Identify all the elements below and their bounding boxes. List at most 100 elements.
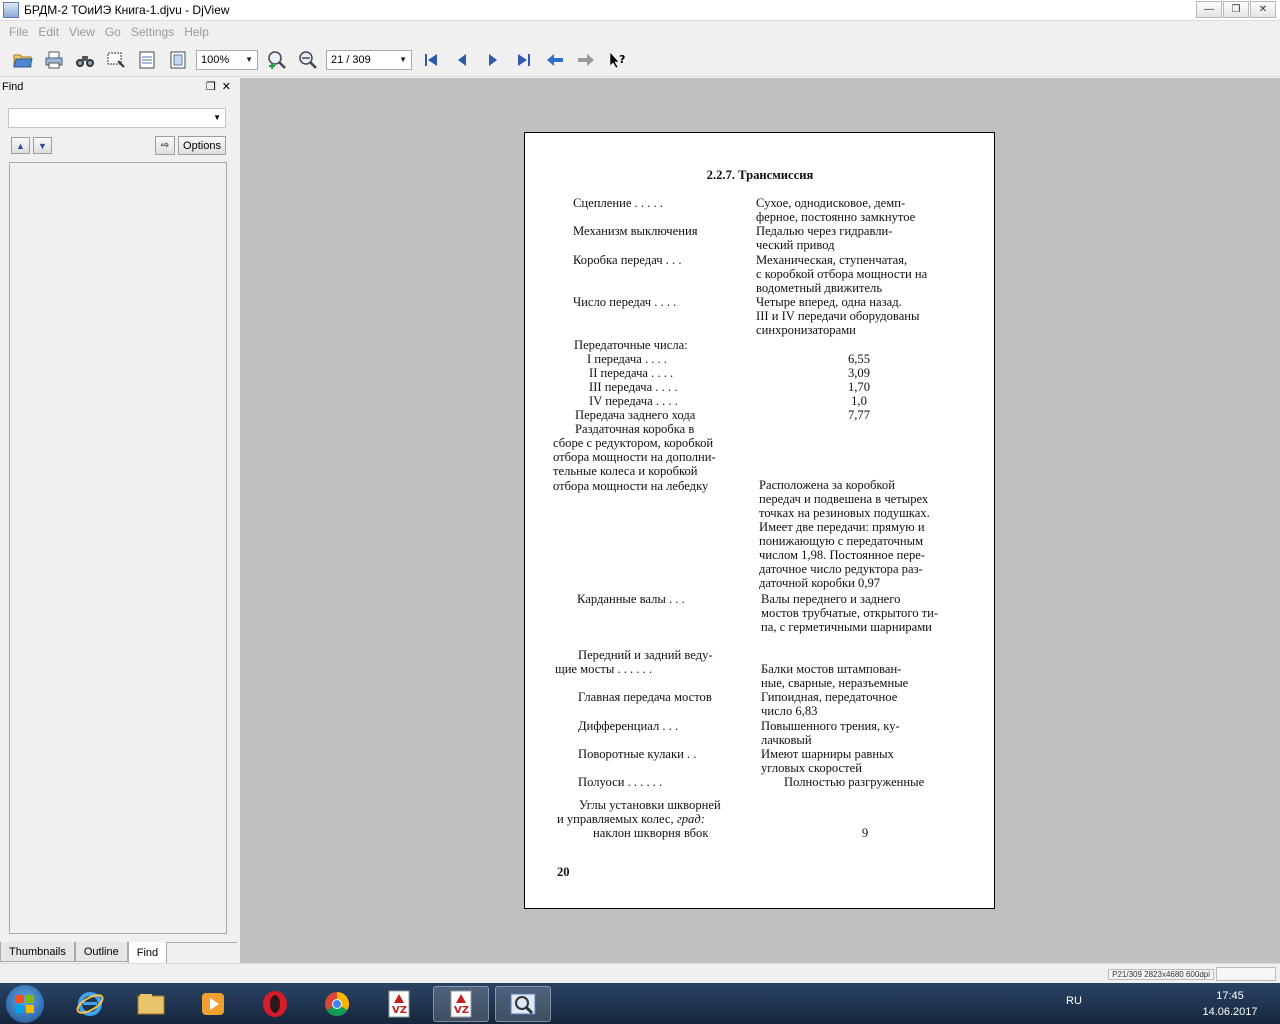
spec-label: Число передач . . . . (573, 295, 677, 309)
find-panel: Find ❐ ✕ ▼ ▲ ▼ ⇨ Options Thumbnails Outl… (0, 78, 237, 964)
window-controls: — ❐ ✕ (1196, 1, 1276, 18)
language-indicator[interactable]: RU (1066, 995, 1082, 1007)
zoom-value: 100% (201, 53, 230, 66)
ratio-value: 1,0 (851, 394, 867, 408)
tab-find[interactable]: Find (127, 942, 168, 964)
zoom-in-button[interactable] (264, 47, 290, 73)
taskbar-djvu-2[interactable]: VZ (433, 986, 489, 1022)
spec-label: Поворотные кулаки . . (578, 747, 697, 761)
tab-thumbnails[interactable]: Thumbnails (0, 942, 75, 962)
reset-find-button[interactable]: ⇨ (155, 136, 175, 155)
close-button[interactable]: ✕ (1250, 1, 1276, 18)
zoom-out-icon (299, 50, 317, 69)
spec-label: III передача . . . . (589, 380, 678, 394)
document-viewer[interactable]: 2.2.7. Трансмиссия Сцепление . . . . . С… (240, 78, 1280, 963)
last-page-icon (518, 53, 530, 66)
next-page-button[interactable] (480, 47, 506, 73)
find-panel-header: Find ❐ ✕ (0, 78, 237, 96)
spec-label: и управляемых колес, град: (557, 812, 705, 826)
spec-label: Карданные валы . . . (577, 592, 685, 606)
menu-go[interactable]: Go (100, 25, 126, 39)
taskbar-opera[interactable] (247, 986, 303, 1022)
djview-app-icon (3, 2, 19, 18)
forward-arrow-icon (578, 53, 594, 66)
page-combo[interactable]: 21 / 309 ▼ (326, 49, 412, 70)
taskbar-djvu-1[interactable]: VZ (371, 986, 427, 1022)
ratio-value: 6,55 (847, 352, 871, 366)
spec-label: наклон шкворня вбок (593, 826, 709, 840)
svg-text:VZ: VZ (454, 1005, 469, 1016)
print-button[interactable] (41, 47, 67, 73)
forward-button[interactable] (573, 47, 599, 73)
minimize-button[interactable]: — (1196, 1, 1222, 18)
toolbar: 100% ▼ 21 / 309 ▼ ? (0, 43, 1280, 77)
taskbar-media-player[interactable] (185, 986, 241, 1022)
spec-label: Дифференциал . . . (578, 719, 679, 733)
spec-label: IV передача . . . . (589, 394, 678, 408)
spec-label: отбора мощности на лебедку (553, 479, 709, 493)
status-bar: P21/309 2823x4680 600dpi (0, 963, 1280, 983)
spec-value: Четыре вперед, одна назад. III и IV перед… (756, 295, 920, 337)
menu-settings[interactable]: Settings (126, 25, 179, 39)
open-button[interactable] (10, 47, 36, 73)
start-button[interactable] (6, 985, 44, 1023)
arrow-down-icon: ▼ (38, 140, 47, 151)
menu-file[interactable]: File (4, 25, 33, 39)
whats-this-icon: ? (609, 50, 625, 68)
taskbar-explorer[interactable] (123, 986, 179, 1022)
chrome-icon (325, 992, 350, 1017)
media-player-icon (202, 993, 224, 1015)
clock-time: 17:45 (1216, 990, 1244, 1002)
page-title: 2.2.7. Трансмиссия (706, 168, 814, 182)
first-page-button[interactable] (418, 47, 444, 73)
title-bar: БРДМ-2 ТОиИЭ Книга-1.djvu - DjView — ❐ ✕ (0, 0, 1280, 21)
spec-value: Педалью через гидравли-ческий привод (756, 224, 893, 252)
close-icon[interactable]: ✕ (222, 80, 231, 93)
whats-this-button[interactable]: ? (604, 47, 630, 73)
find-button[interactable] (72, 47, 98, 73)
spec-label: сборе с редуктором, коробкой (553, 436, 714, 450)
svg-text:VZ: VZ (392, 1005, 407, 1016)
options-button[interactable]: Options (178, 136, 226, 155)
svg-text:?: ? (619, 53, 625, 66)
zoom-out-button[interactable] (295, 47, 321, 73)
menu-view[interactable]: View (64, 25, 100, 39)
undock-icon[interactable]: ❐ (206, 80, 216, 93)
maximize-button[interactable]: ❐ (1223, 1, 1249, 18)
ratio-value: 7,77 (847, 408, 871, 422)
back-button[interactable] (542, 47, 568, 73)
ratio-value: 1,70 (847, 380, 871, 394)
prev-page-icon (458, 53, 466, 66)
tab-outline[interactable]: Outline (74, 942, 128, 962)
last-page-button[interactable] (511, 47, 537, 73)
find-results-list[interactable] (9, 162, 227, 934)
menu-help[interactable]: Help (179, 25, 214, 39)
first-page-icon (425, 53, 437, 66)
fit-page-icon (170, 51, 186, 68)
taskbar-ie[interactable] (62, 986, 118, 1022)
fit-width-button[interactable] (134, 47, 160, 73)
next-page-icon (489, 53, 497, 66)
djvu-document-icon: VZ (450, 990, 472, 1018)
search-input[interactable]: ▼ (8, 108, 226, 128)
prev-page-button[interactable] (449, 47, 475, 73)
find-panel-title: Find (2, 81, 24, 93)
ratio-value: 3,09 (847, 366, 871, 380)
spec-label: Полуоси . . . . . . (578, 775, 663, 789)
arrow-up-icon: ▲ (16, 140, 25, 151)
fit-page-button[interactable] (165, 47, 191, 73)
find-next-button[interactable]: ▼ (33, 137, 52, 154)
spec-label: II передача . . . . (589, 366, 674, 380)
panel-tabs: Thumbnails Outline Find (0, 942, 168, 964)
internet-explorer-icon (76, 992, 104, 1016)
menu-edit[interactable]: Edit (33, 25, 64, 39)
back-arrow-icon (547, 53, 563, 66)
taskbar-chrome[interactable] (309, 986, 365, 1022)
system-clock[interactable]: 17:45 14.06.2017 (1195, 988, 1265, 1020)
select-button[interactable] (103, 47, 129, 73)
printer-icon (45, 51, 63, 68)
select-rect-icon (107, 52, 125, 68)
taskbar-djview[interactable] (495, 986, 551, 1022)
zoom-combo[interactable]: 100% ▼ (196, 49, 258, 70)
find-previous-button[interactable]: ▲ (11, 137, 30, 154)
